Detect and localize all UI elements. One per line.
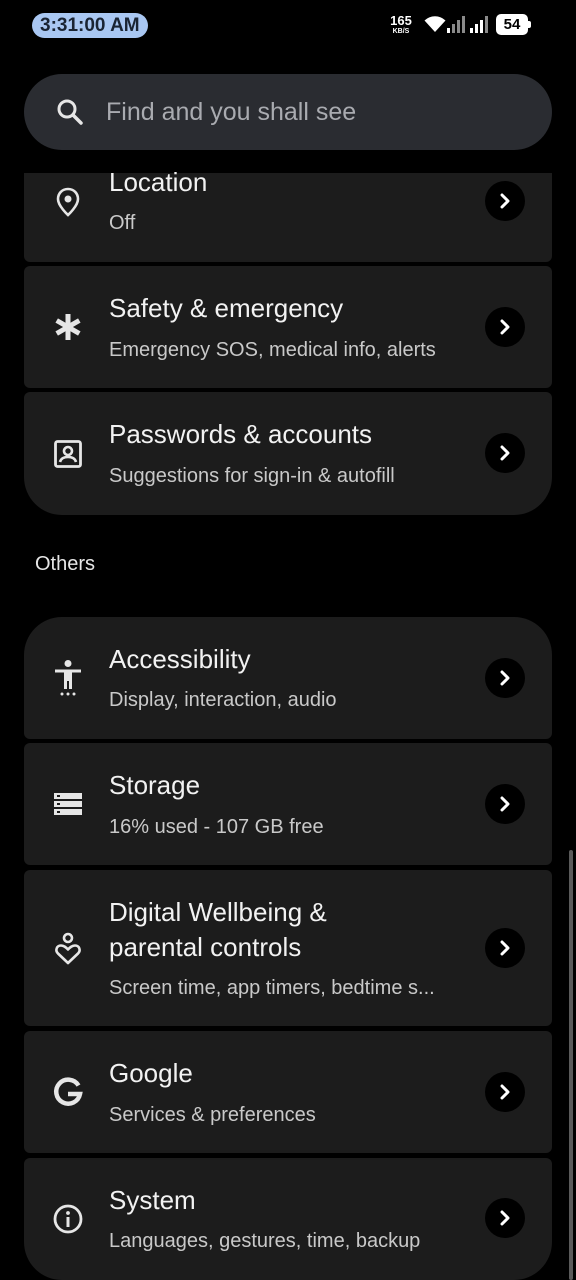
info-icon bbox=[53, 1204, 83, 1234]
settings-item-title: Google bbox=[109, 1058, 193, 1088]
search-bar[interactable] bbox=[24, 74, 552, 150]
chevron-right-icon[interactable] bbox=[485, 928, 525, 968]
settings-item-storage[interactable]: Storage 16% used - 107 GB free bbox=[24, 743, 552, 865]
battery-level: 54 bbox=[496, 14, 528, 35]
settings-item-system[interactable]: System Languages, gestures, time, backup bbox=[24, 1158, 552, 1280]
accessibility-icon bbox=[55, 660, 81, 696]
battery-icon: 54 bbox=[496, 14, 531, 35]
section-header-others: Others bbox=[35, 553, 96, 575]
chevron-right-icon[interactable] bbox=[485, 784, 525, 824]
settings-item-title: System bbox=[109, 1185, 196, 1215]
status-time: 3:31:00 AM bbox=[32, 13, 148, 38]
search-icon bbox=[57, 99, 83, 125]
settings-item-title: Safety & emergency bbox=[109, 293, 344, 323]
chevron-right-icon[interactable] bbox=[485, 433, 525, 473]
settings-item-subtitle: Suggestions for sign-in & autofill bbox=[109, 465, 395, 487]
settings-item-subtitle: Screen time, app timers, bedtime s... bbox=[109, 977, 435, 999]
wifi-icon bbox=[424, 16, 446, 32]
settings-item-subtitle: Display, interaction, audio bbox=[109, 689, 337, 711]
account-box-icon bbox=[54, 440, 82, 468]
settings-item-digital-wellbeing[interactable]: Digital Wellbeing & parental controls Sc… bbox=[24, 870, 552, 1026]
google-g-icon bbox=[53, 1077, 83, 1106]
settings-item-passwords[interactable]: Passwords & accounts Suggestions for sig… bbox=[24, 392, 552, 515]
asterisk-icon bbox=[55, 314, 81, 340]
chevron-right-icon[interactable] bbox=[485, 658, 525, 698]
settings-item-location[interactable]: Location Off bbox=[24, 167, 552, 262]
chevron-right-icon[interactable] bbox=[485, 1198, 525, 1238]
chevron-right-icon[interactable] bbox=[485, 181, 525, 221]
signal-icon-2 bbox=[470, 16, 488, 33]
scrollbar[interactable] bbox=[569, 850, 573, 1280]
settings-item-subtitle: Services & preferences bbox=[109, 1104, 316, 1126]
network-speed-value: 165 bbox=[390, 13, 412, 28]
settings-item-subtitle: 16% used - 107 GB free bbox=[109, 816, 324, 838]
status-bar: 3:31:00 AM 165 KB/S 54 bbox=[0, 0, 576, 52]
settings-item-title-line1: Digital Wellbeing & bbox=[109, 897, 327, 927]
network-speed-unit: KB/S bbox=[392, 28, 410, 35]
location-pin-icon bbox=[56, 187, 80, 217]
settings-item-title: Location bbox=[109, 167, 208, 197]
settings-item-subtitle: Off bbox=[109, 212, 136, 234]
settings-item-title: Accessibility bbox=[109, 644, 251, 674]
battery-cap bbox=[528, 21, 531, 28]
settings-item-title-line2: parental controls bbox=[109, 932, 302, 962]
signal-icon-1 bbox=[447, 16, 465, 33]
settings-item-subtitle: Emergency SOS, medical info, alerts bbox=[109, 339, 436, 361]
settings-item-google[interactable]: Google Services & preferences bbox=[24, 1031, 552, 1153]
chevron-right-icon[interactable] bbox=[485, 1072, 525, 1112]
settings-item-title: Passwords & accounts bbox=[109, 419, 373, 449]
settings-item-safety[interactable]: Safety & emergency Emergency SOS, medica… bbox=[24, 266, 552, 388]
settings-item-subtitle: Languages, gestures, time, backup bbox=[109, 1230, 421, 1252]
settings-item-title: Storage bbox=[109, 770, 201, 800]
settings-item-accessibility[interactable]: Accessibility Display, interaction, audi… bbox=[24, 617, 552, 739]
network-speed: 165 KB/S bbox=[389, 14, 413, 35]
storage-icon bbox=[54, 793, 82, 815]
chevron-right-icon[interactable] bbox=[485, 307, 525, 347]
search-input[interactable] bbox=[106, 92, 526, 132]
wellbeing-icon bbox=[55, 932, 81, 965]
settings-screen: 3:31:00 AM 165 KB/S 54 Find and you shal… bbox=[0, 0, 576, 1280]
